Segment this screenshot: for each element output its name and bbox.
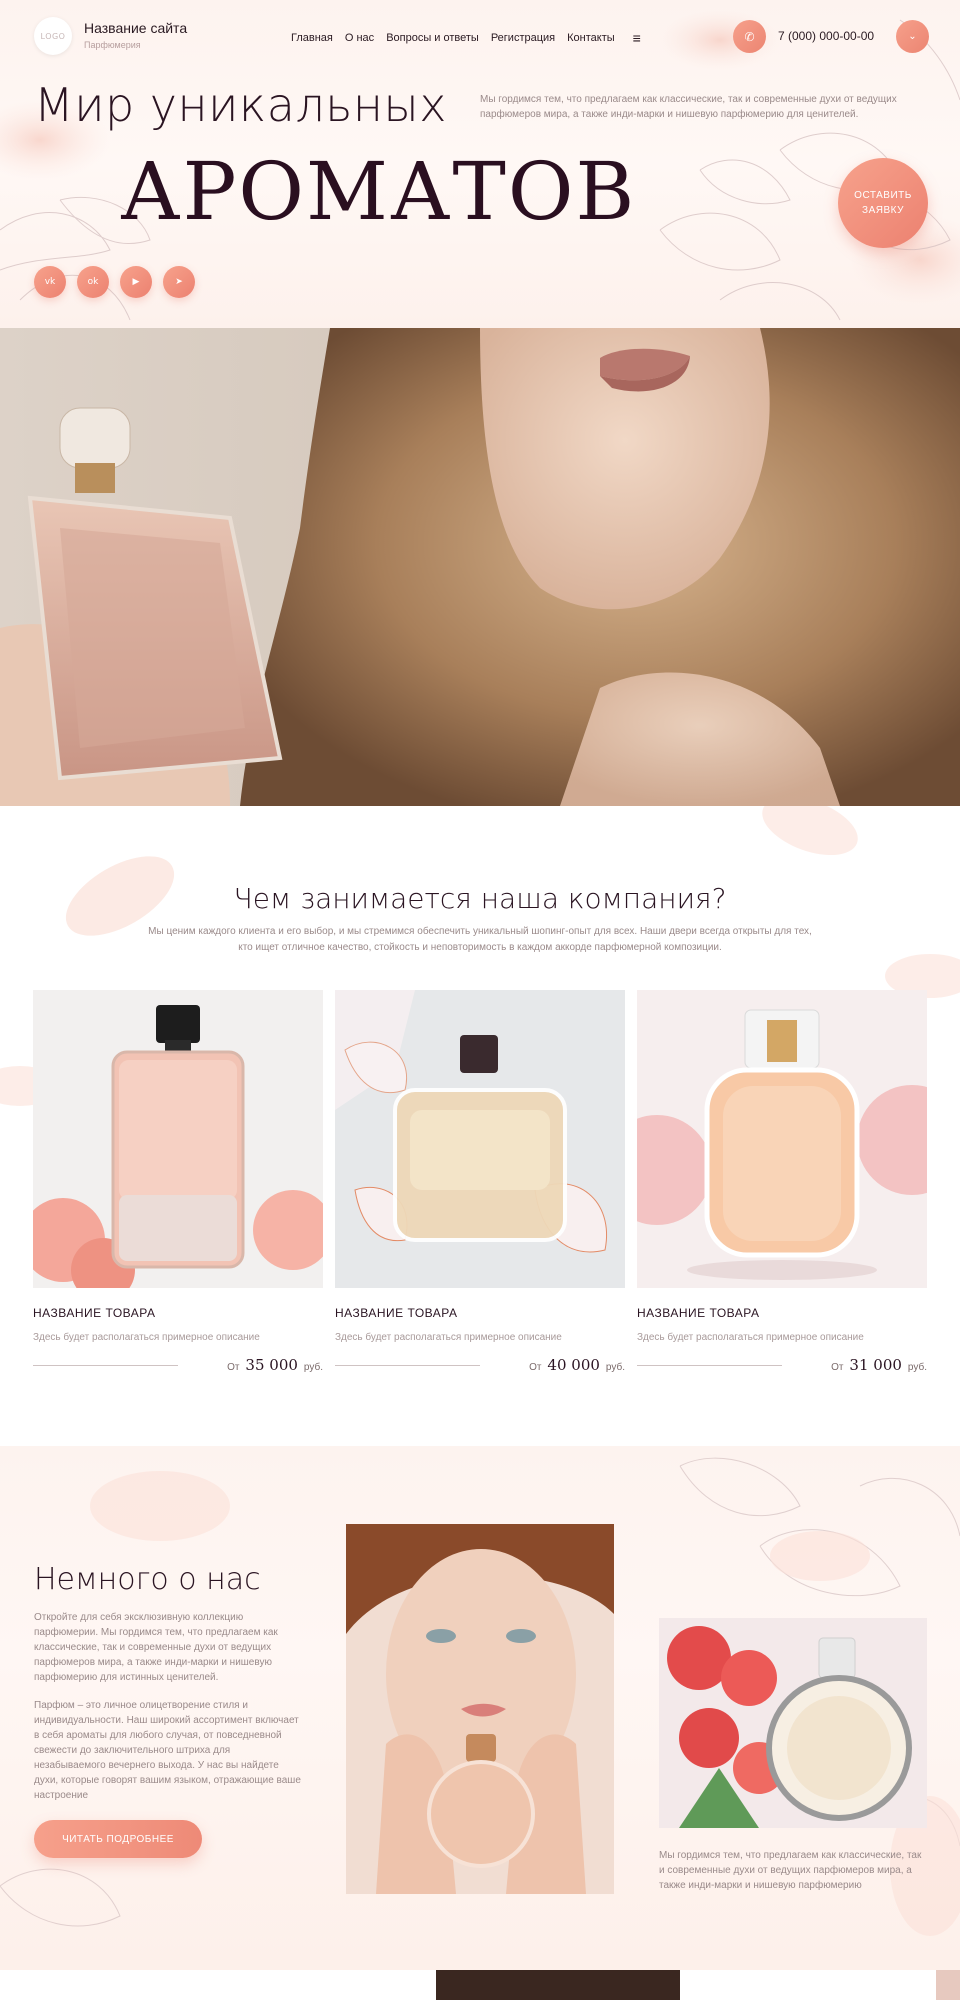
divider	[33, 1364, 178, 1366]
woman-portrait-image	[346, 1524, 614, 1894]
product-name[interactable]: НАЗВАНИЕ ТОВАРА	[335, 1306, 625, 1320]
perfume-with-flowers-image	[659, 1618, 927, 1828]
cta-label-line2: ЗАЯВКУ	[862, 205, 904, 216]
telegram-icon[interactable]: ➤	[163, 266, 195, 298]
woman-with-perfume-illustration	[0, 328, 960, 806]
product-price-row: От 35 000 руб.	[33, 1355, 323, 1375]
product-description: Здесь будет располагаться примерное опис…	[335, 1332, 562, 1343]
product-price-row: От 31 000 руб.	[637, 1355, 927, 1375]
phone-icon: ✆	[744, 29, 755, 44]
site-name: Название сайта	[84, 20, 188, 36]
price-currency: руб.	[907, 1362, 927, 1373]
read-more-button[interactable]: ЧИТАТЬ ПОДРОБНЕЕ	[34, 1820, 202, 1858]
phone-dropdown-button[interactable]: ⌄	[896, 20, 929, 53]
cta-label-line1: ОСТАВИТЬ	[854, 190, 912, 201]
about-caption: Мы гордимся тем, что предлагаем как клас…	[659, 1850, 922, 1891]
about-paragraph-2: Парфюм – это личное олицетворение стиля …	[34, 1700, 301, 1801]
hero-description: Мы гордимся тем, что предлагаем как клас…	[480, 94, 897, 120]
product-name[interactable]: НАЗВАНИЕ ТОВАРА	[637, 1306, 927, 1320]
product-card[interactable]: НАЗВАНИЕ ТОВАРА Здесь будет располагатьс…	[637, 990, 927, 1375]
product-image[interactable]	[637, 990, 927, 1288]
leave-request-button[interactable]: ОСТАВИТЬ ЗАЯВКУ	[838, 158, 928, 248]
hero-title-line1: Мир уникальных	[34, 78, 447, 132]
price-prefix: От	[529, 1362, 542, 1373]
main-nav: Главная О нас Вопросы и ответы Регистрац…	[291, 30, 641, 46]
divider	[637, 1364, 782, 1366]
nav-register[interactable]: Регистрация	[491, 32, 555, 44]
product-price: 40 000	[547, 1356, 600, 1374]
about-title: Немного о нас	[34, 1562, 261, 1597]
product-description: Здесь будет располагаться примерное опис…	[33, 1332, 260, 1343]
product-card[interactable]: НАЗВАНИЕ ТОВАРА Здесь будет располагатьс…	[335, 990, 625, 1375]
phone-number[interactable]: 7 (000) 000-00-00	[778, 29, 874, 43]
hero-title-line2: АРОМАТОВ	[120, 145, 637, 238]
product-card[interactable]: НАЗВАНИЕ ТОВАРА Здесь будет располагатьс…	[33, 990, 323, 1375]
product-price: 35 000	[245, 1356, 298, 1374]
youtube-icon[interactable]: ▶	[120, 266, 152, 298]
nav-faq[interactable]: Вопросы и ответы	[386, 32, 479, 44]
nav-about[interactable]: О нас	[345, 32, 374, 44]
hero-section: LOGO Название сайта Парфюмерия Главная О…	[0, 0, 960, 328]
price-prefix: От	[227, 1362, 240, 1373]
product-description: Здесь будет располагаться примерное опис…	[637, 1332, 864, 1343]
services-title: Чем занимается наша компания?	[233, 882, 727, 915]
next-section-preview	[0, 1970, 960, 2000]
site-subtitle: Парфюмерия	[84, 40, 141, 50]
nav-contacts[interactable]: Контакты	[567, 32, 615, 44]
price-currency: руб.	[303, 1362, 323, 1373]
odnoklassniki-icon[interactable]: ok	[77, 266, 109, 298]
product-image[interactable]	[335, 990, 625, 1288]
nav-home[interactable]: Главная	[291, 32, 333, 44]
price-currency: руб.	[605, 1362, 625, 1373]
product-image[interactable]	[33, 990, 323, 1288]
services-description-line2: кто ищет отличное качество, стойкость и …	[238, 942, 722, 953]
product-price: 31 000	[849, 1356, 902, 1374]
menu-icon[interactable]: ≡	[633, 30, 641, 46]
product-name[interactable]: НАЗВАНИЕ ТОВАРА	[33, 1306, 323, 1320]
product-price-row: От 40 000 руб.	[335, 1355, 625, 1375]
vk-icon[interactable]: vk	[34, 266, 66, 298]
site-logo[interactable]: LOGO	[34, 17, 72, 55]
social-links: vk ok ▶ ➤	[34, 266, 195, 298]
about-paragraph-1: Откройте для себя эксклюзивную коллекцию…	[34, 1612, 278, 1683]
services-section: Чем занимается наша компания? Мы ценим к…	[0, 806, 960, 1446]
divider	[335, 1364, 480, 1366]
chevron-down-icon: ⌄	[908, 31, 917, 42]
hero-banner-image	[0, 328, 960, 806]
phone-call-button[interactable]: ✆	[733, 20, 766, 53]
price-prefix: От	[831, 1362, 844, 1373]
about-section: Немного о нас Откройте для себя эксклюзи…	[0, 1446, 960, 1970]
services-description-line1: Мы ценим каждого клиента и его выбор, и …	[148, 926, 812, 937]
